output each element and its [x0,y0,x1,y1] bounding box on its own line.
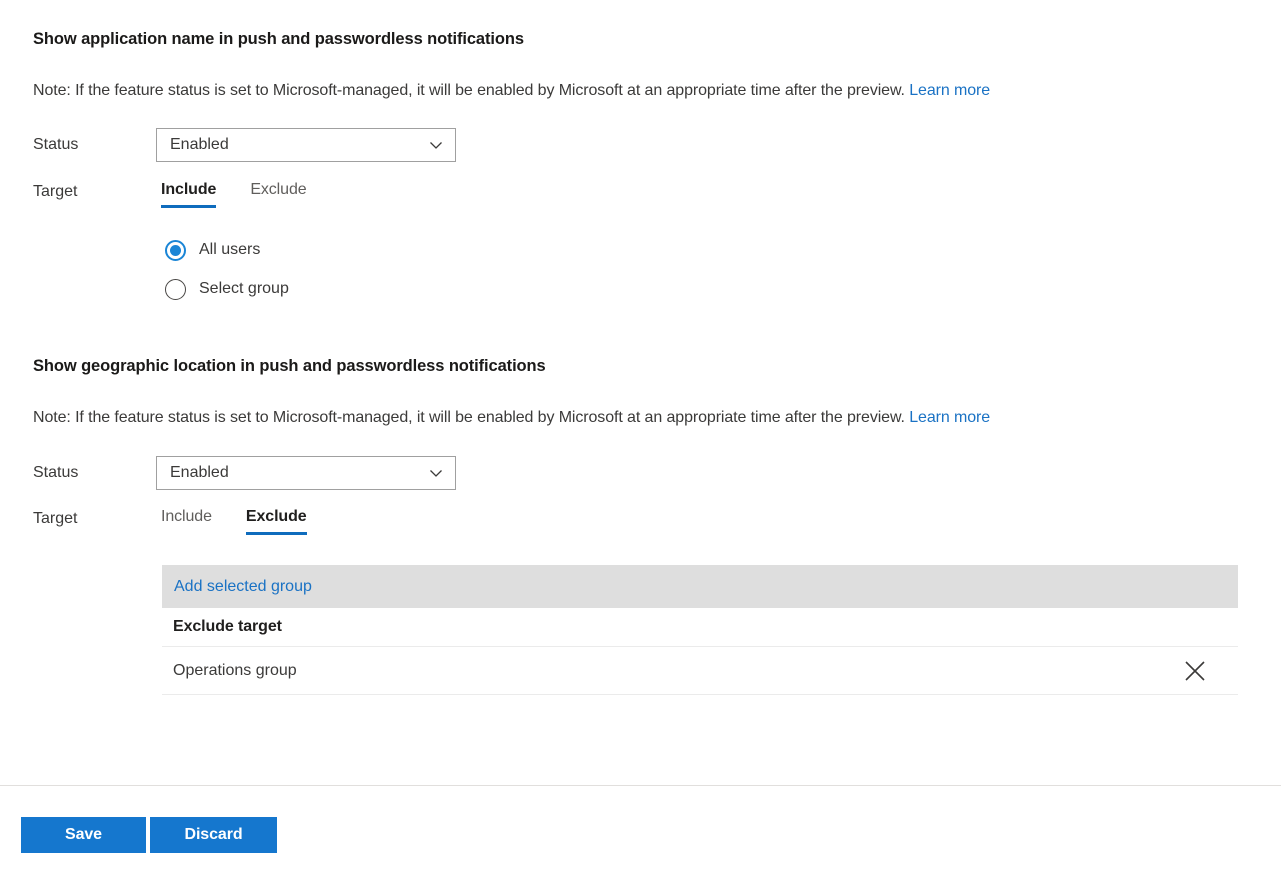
section-2-title: Show geographic location in push and pas… [33,357,546,375]
footer-action-bar: Save Discard [0,785,1281,877]
radio-all-users-label: All users [199,241,261,258]
note-text: Note: If the feature status is set to Mi… [33,82,905,99]
tab-include-label: Include [161,181,217,198]
cell-group-name: Operations group [173,661,297,679]
learn-more-link-2[interactable]: Learn more [909,409,990,426]
settings-page: Show application name in push and passwo… [0,0,1281,877]
tab-exclude-2-label: Exclude [245,508,307,525]
radio-select-group-label: Select group [199,280,289,297]
radio-unselected-icon [165,278,186,300]
radio-all-users[interactable]: All users [165,235,289,265]
target-label: Target [33,183,78,200]
radio-select-group[interactable]: Select group [165,274,289,304]
tab-include[interactable]: Include [161,181,217,208]
add-selected-group-button[interactable]: Add selected group [174,578,312,596]
grid-command-bar: Add selected group [162,565,1238,608]
tab-include-2[interactable]: Include [161,508,212,535]
tab-include-2-label: Include [161,508,212,525]
chevron-down-icon [427,464,445,482]
status-dropdown-value: Enabled [170,136,229,153]
close-icon[interactable] [1180,656,1210,686]
table-row[interactable]: Operations group [162,647,1238,695]
page-title: Show application name in push and passwo… [33,30,524,48]
grid-header-row: Exclude target [162,608,1238,647]
radio-selected-icon [165,239,186,261]
tab-exclude-2[interactable]: Exclude [245,508,307,535]
note-2-text: Note: If the feature status is set to Mi… [33,409,905,426]
discard-button[interactable]: Discard [150,817,277,853]
save-button[interactable]: Save [21,817,146,853]
target-radio-group: All users Select group [165,235,289,304]
exclude-target-grid: Exclude target Operations group [162,608,1238,695]
tab-exclude[interactable]: Exclude [250,181,306,208]
status-2-dropdown-value: Enabled [170,464,229,481]
target-tabs: Include Exclude [161,181,307,208]
section-2-note: Note: If the feature status is set to Mi… [33,409,990,427]
section-note: Note: If the feature status is set to Mi… [33,82,990,100]
settings-content: Show application name in push and passwo… [0,0,1281,785]
learn-more-link[interactable]: Learn more [909,82,990,99]
status-2-dropdown[interactable]: Enabled [156,456,456,490]
column-header-exclude-target: Exclude target [173,618,282,635]
status-label: Status [33,136,79,153]
status-dropdown[interactable]: Enabled [156,128,456,162]
target-2-label: Target [33,510,78,527]
target-2-tabs: Include Exclude [161,508,307,535]
chevron-down-icon [427,136,445,154]
status-2-label: Status [33,464,79,481]
tab-exclude-label: Exclude [250,181,307,198]
